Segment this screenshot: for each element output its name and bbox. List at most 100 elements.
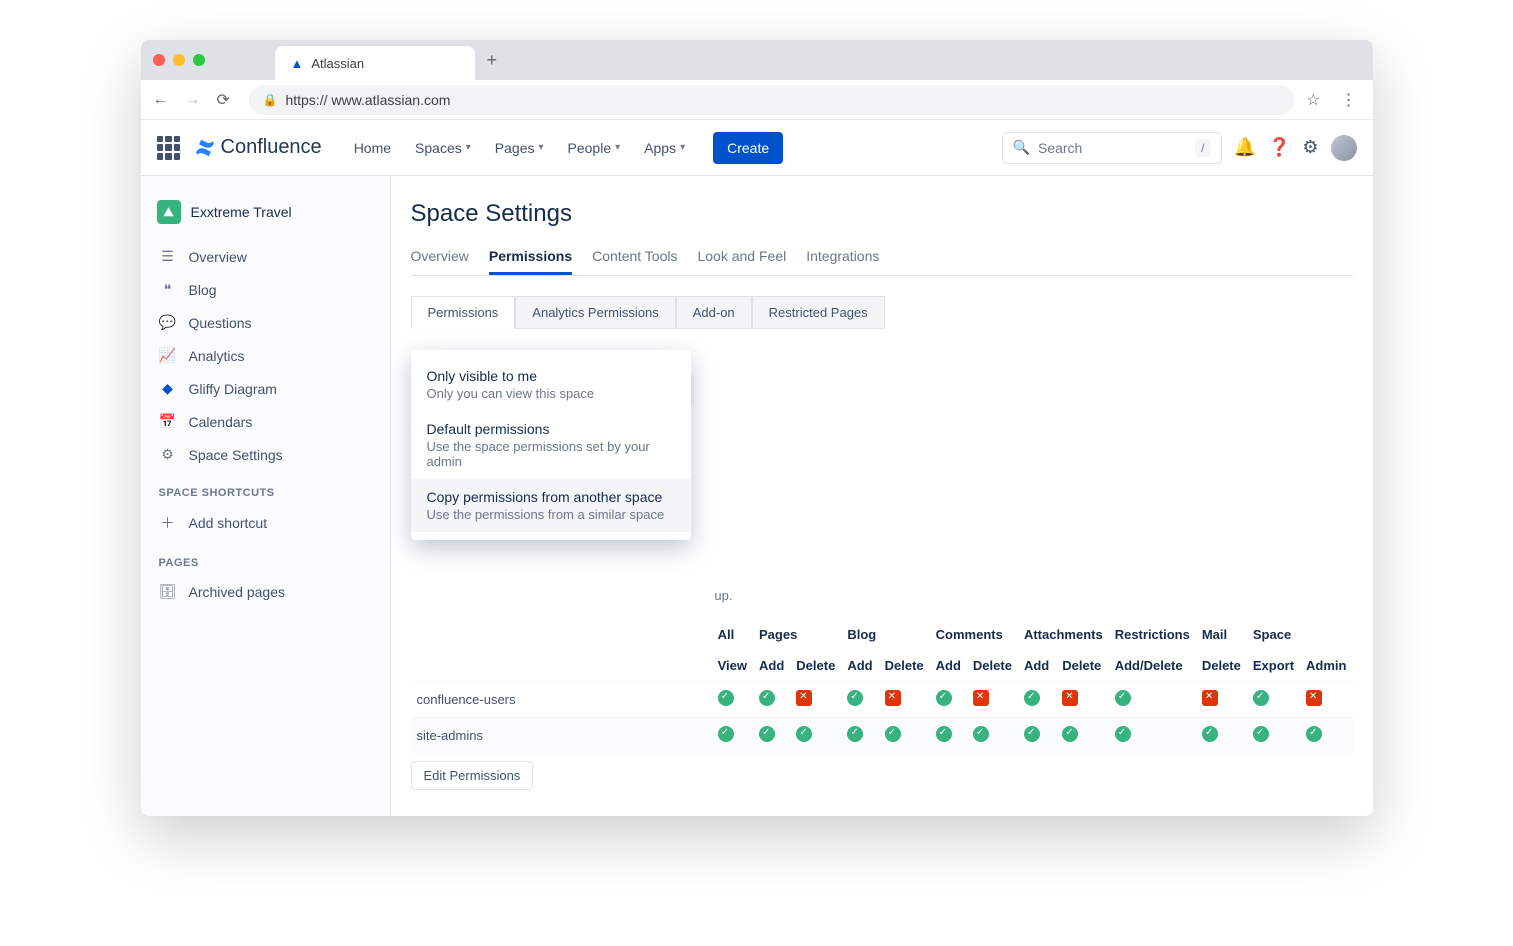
plus-icon: ＋ — [159, 513, 177, 533]
check-icon — [1202, 726, 1218, 742]
tab-overview[interactable]: Overview — [411, 240, 469, 275]
shortcuts-header: SPACE SHORTCUTS — [149, 471, 382, 505]
app-body: ⛰ Exxtreme Travel ☰Overview ❝Blog 💬Quest… — [141, 176, 1373, 816]
url-text: https:// www.atlassian.com — [285, 92, 450, 108]
x-icon — [1062, 690, 1078, 706]
notifications-icon[interactable]: 🔔 — [1234, 137, 1256, 158]
space-logo-icon: ⛰ — [157, 200, 181, 224]
tab-integrations[interactable]: Integrations — [806, 240, 879, 275]
subtab-addon[interactable]: Add-on — [676, 296, 752, 329]
subtab-permissions[interactable]: Permissions — [411, 296, 516, 329]
check-icon — [718, 726, 734, 742]
chevron-down-icon: ▾ — [680, 142, 685, 153]
confluence-logo[interactable]: Confluence — [193, 136, 322, 160]
star-icon[interactable]: ☆ — [1306, 90, 1320, 110]
check-icon — [1115, 690, 1131, 706]
row-name: site-admins — [411, 718, 712, 754]
url-bar: ← → ⟳ 🔒 https:// www.atlassian.com ☆ ⋮ — [141, 80, 1373, 120]
dropdown-option-default[interactable]: Default permissions Use the space permis… — [411, 411, 691, 479]
nav-people[interactable]: People▾ — [560, 134, 629, 162]
chevron-down-icon: ▾ — [615, 142, 620, 153]
check-icon — [796, 726, 812, 742]
add-shortcut[interactable]: ＋Add shortcut — [149, 505, 382, 541]
app-header: Confluence Home Spaces▾ Pages▾ People▾ A… — [141, 120, 1373, 176]
subtab-restricted[interactable]: Restricted Pages — [752, 296, 885, 329]
individual-users-title: Individual Users — [411, 814, 1353, 816]
calendar-icon: 📅 — [159, 413, 177, 430]
check-icon — [1115, 726, 1131, 742]
maximize-window-icon[interactable] — [193, 54, 205, 66]
sidebar-item-calendars[interactable]: 📅Calendars — [149, 405, 382, 438]
dropdown-option-only-me[interactable]: Only visible to me Only you can view thi… — [411, 358, 691, 411]
browser-tab[interactable]: ▲ Atlassian — [275, 46, 475, 80]
table-subheader: View AddDelete AddDelete AddDelete AddDe… — [411, 650, 1353, 682]
chevron-down-icon: ▾ — [538, 142, 543, 153]
dropdown-option-copy[interactable]: Copy permissions from another space Use … — [411, 479, 691, 532]
atlassian-icon: ▲ — [291, 56, 304, 71]
table-row: confluence-users — [411, 682, 1353, 718]
nav-spaces[interactable]: Spaces▾ — [407, 134, 479, 162]
override-dropdown: Only visible to me Only you can view thi… — [411, 350, 691, 540]
traffic-lights — [153, 54, 205, 66]
search-placeholder: Search — [1038, 140, 1082, 156]
check-icon — [718, 690, 734, 706]
forward-icon[interactable]: → — [185, 91, 205, 109]
groups-permissions-table: All Pages Blog Comments Attachments Rest… — [411, 619, 1353, 753]
app-switcher-icon[interactable] — [157, 136, 181, 160]
tab-look-feel[interactable]: Look and Feel — [697, 240, 786, 275]
sidebar-item-space-settings[interactable]: ⚙Space Settings — [149, 438, 382, 471]
new-tab-button[interactable]: + — [487, 50, 498, 71]
nav-apps[interactable]: Apps▾ — [636, 134, 693, 162]
x-icon — [973, 690, 989, 706]
sidebar-item-blog[interactable]: ❝Blog — [149, 273, 382, 306]
back-icon[interactable]: ← — [153, 91, 173, 109]
x-icon — [885, 690, 901, 706]
check-icon — [936, 690, 952, 706]
space-name: Exxtreme Travel — [191, 204, 292, 220]
reload-icon[interactable]: ⟳ — [217, 90, 237, 110]
edit-permissions-button[interactable]: Edit Permissions — [411, 761, 534, 790]
help-icon[interactable]: ❓ — [1268, 137, 1290, 158]
x-icon — [1306, 690, 1322, 706]
sidebar-item-analytics[interactable]: 📈Analytics — [149, 339, 382, 372]
sidebar-item-gliffy[interactable]: ◆Gliffy Diagram — [149, 372, 382, 405]
address-bar[interactable]: 🔒 https:// www.atlassian.com — [249, 85, 1295, 115]
pages-header: PAGES — [149, 541, 382, 575]
check-icon — [847, 690, 863, 706]
product-name: Confluence — [221, 136, 322, 159]
check-icon — [1062, 726, 1078, 742]
check-icon — [885, 726, 901, 742]
sidebar-item-questions[interactable]: 💬Questions — [149, 306, 382, 339]
permissions-subtabs: Permissions Analytics Permissions Add-on… — [411, 296, 1353, 329]
minimize-window-icon[interactable] — [173, 54, 185, 66]
space-header[interactable]: ⛰ Exxtreme Travel — [149, 192, 382, 232]
settings-icon[interactable]: ⚙ — [1302, 137, 1318, 158]
search-shortcut: / — [1195, 139, 1210, 157]
search-input[interactable]: 🔍 Search / — [1002, 132, 1222, 164]
global-nav: Home Spaces▾ Pages▾ People▾ Apps▾ — [346, 134, 693, 162]
menu-icon[interactable]: ⋮ — [1341, 90, 1361, 110]
table-row: site-admins — [411, 718, 1353, 754]
check-icon — [973, 726, 989, 742]
x-icon — [796, 690, 812, 706]
page-title: Space Settings — [411, 200, 1353, 228]
check-icon — [759, 726, 775, 742]
close-window-icon[interactable] — [153, 54, 165, 66]
nav-pages[interactable]: Pages▾ — [487, 134, 552, 162]
browser-window: ▲ Atlassian + ← → ⟳ 🔒 https:// www.atlas… — [141, 40, 1373, 816]
create-button[interactable]: Create — [713, 132, 783, 164]
nav-home[interactable]: Home — [346, 134, 399, 162]
x-icon — [1202, 690, 1218, 706]
blog-icon: ❝ — [159, 281, 177, 298]
main-content: Space Settings Overview Permissions Cont… — [391, 176, 1373, 816]
avatar[interactable] — [1331, 135, 1357, 161]
sidebar-item-overview[interactable]: ☰Overview — [149, 240, 382, 273]
chevron-down-icon: ▾ — [466, 142, 471, 153]
tab-content-tools[interactable]: Content Tools — [592, 240, 677, 275]
subtab-analytics[interactable]: Analytics Permissions — [515, 296, 675, 329]
sidebar-item-archived[interactable]: 🗄Archived pages — [149, 575, 382, 608]
sidebar: ⛰ Exxtreme Travel ☰Overview ❝Blog 💬Quest… — [141, 176, 391, 816]
lock-icon: 🔒 — [263, 93, 278, 107]
tab-permissions[interactable]: Permissions — [489, 240, 572, 275]
settings-tabs: Overview Permissions Content Tools Look … — [411, 240, 1353, 276]
